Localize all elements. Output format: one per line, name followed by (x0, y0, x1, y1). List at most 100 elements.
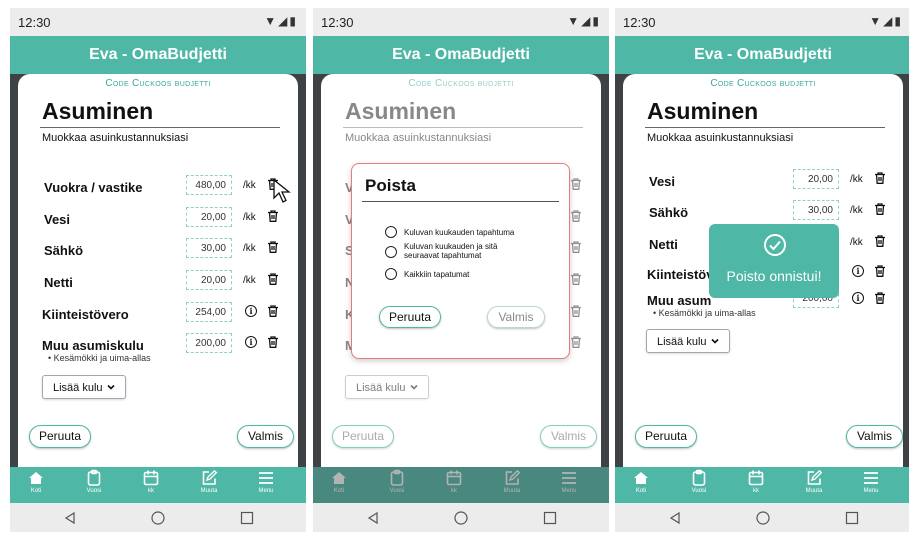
content-card: Code Cuckoos budjetti Asuminen Muokkaa a… (18, 74, 298, 467)
trash-icon[interactable] (267, 305, 279, 317)
nav-label: Menu (561, 488, 577, 494)
nav-item-month[interactable]: kk (736, 469, 776, 494)
status-bar: 12:30 ▼◢▮ (313, 8, 609, 36)
system-nav-bar (615, 503, 909, 532)
expense-amount-input[interactable]: 20,00 (793, 169, 839, 189)
calendar-icon (143, 470, 159, 486)
radio-option-all[interactable] (385, 268, 397, 280)
nav-item-home[interactable]: Koti (621, 469, 661, 494)
info-icon[interactable]: i (852, 265, 864, 277)
home-circle-icon[interactable] (454, 511, 468, 525)
trash-icon[interactable] (874, 172, 886, 184)
radio-option-current-and-future[interactable] (385, 246, 397, 258)
trash-icon[interactable] (267, 336, 279, 348)
expense-label: Muu asum (647, 293, 712, 308)
done-button[interactable]: Valmis (846, 425, 903, 448)
trash-icon (571, 210, 581, 222)
radio-option-current[interactable] (385, 226, 397, 238)
page-description: Muokkaa asuinkustannuksiasi (345, 132, 492, 144)
status-icons: ▼◢▮ (567, 14, 601, 28)
phone-screen-delete-dialog: 12:30 ▼◢▮ Eva - OmaBudjetti Code Cuckoos… (313, 8, 609, 532)
expense-label: Kiinteistöv (647, 267, 714, 282)
unit-label: /kk (850, 205, 863, 216)
menu-icon (259, 472, 273, 484)
toast-message: Poisto onnistui! (726, 268, 822, 284)
nav-item-edit: Muuta (492, 469, 532, 494)
done-button: Valmis (540, 425, 597, 448)
nav-label: Menu (863, 488, 879, 494)
expense-label: Muu asumiskulu (42, 338, 144, 353)
back-icon[interactable] (63, 511, 77, 525)
edit-icon (505, 469, 521, 485)
clipboard-icon (692, 469, 706, 486)
back-icon[interactable] (668, 511, 682, 525)
nav-item-month: kk (434, 469, 474, 494)
home-circle-icon[interactable] (756, 511, 770, 525)
info-icon[interactable]: i (245, 336, 257, 348)
expense-amount-input[interactable]: 254,00 (186, 302, 232, 322)
app-subtitle: Code Cuckoos budjetti (710, 78, 816, 89)
trash-icon[interactable] (874, 203, 886, 215)
trash-icon[interactable] (874, 265, 886, 277)
page-description: Muokkaa asuinkustannuksiasi (647, 132, 794, 144)
done-button[interactable]: Valmis (237, 425, 294, 448)
trash-icon (571, 241, 581, 253)
nav-label: kk (753, 488, 759, 494)
nav-label: Koti (30, 488, 42, 494)
dialog-done-button[interactable]: Valmis (487, 306, 545, 328)
unit-label: /kk (243, 180, 256, 191)
expense-amount-input[interactable]: 20,00 (186, 270, 232, 290)
trash-icon[interactable] (874, 292, 886, 304)
home-circle-icon[interactable] (151, 511, 165, 525)
home-icon (332, 472, 346, 484)
status-bar: 12:30 ▼◢▮ (615, 8, 909, 36)
clipboard-icon (87, 469, 101, 486)
unit-label: /kk (243, 212, 256, 223)
nav-item-month[interactable]: kk (131, 469, 171, 494)
trash-icon[interactable] (267, 210, 279, 222)
expense-amount-input[interactable]: 30,00 (186, 238, 232, 258)
expense-amount-input[interactable]: 480,00 (186, 175, 232, 195)
expense-amount-input[interactable]: 200,00 (186, 333, 232, 353)
page-title: Asuminen (42, 98, 154, 124)
nav-item-edit[interactable]: Muuta (794, 469, 834, 494)
add-expense-label: Lisää kulu (657, 336, 707, 348)
cancel-button[interactable]: Peruuta (29, 425, 91, 448)
app-subtitle: Code Cuckoos budjetti (408, 78, 514, 89)
nav-item-menu[interactable]: Menu (246, 469, 286, 494)
trash-icon[interactable] (874, 235, 886, 247)
nav-label: Koti (635, 488, 647, 494)
radio-label: Kaikkiin tapatumat (404, 270, 470, 279)
info-icon[interactable]: i (852, 292, 864, 304)
dialog-divider (362, 201, 559, 202)
recents-icon[interactable] (240, 511, 254, 525)
expense-amount-input[interactable]: 20,00 (186, 207, 232, 227)
nav-item-year[interactable]: Vuosi (679, 469, 719, 494)
trash-icon[interactable] (267, 241, 279, 253)
cancel-button[interactable]: Peruuta (635, 425, 697, 448)
expense-label: Netti (649, 237, 678, 252)
recents-icon[interactable] (845, 511, 859, 525)
trash-icon[interactable] (267, 273, 279, 285)
app-subtitle: Code Cuckoos budjetti (105, 78, 211, 89)
unit-label: /kk (243, 275, 256, 286)
status-time: 12:30 (623, 15, 656, 30)
add-expense-dropdown[interactable]: Lisää kulu (42, 375, 126, 399)
bottom-nav: Koti Vuosi kk Muuta Menu (10, 467, 306, 503)
radio-label: Kuluvan kuukauden tapahtuma (404, 228, 515, 237)
nav-item-home[interactable]: Koti (16, 469, 56, 494)
expense-label: Sähkö (649, 205, 689, 220)
nav-item-edit[interactable]: Muuta (189, 469, 229, 494)
nav-item-menu[interactable]: Menu (851, 469, 891, 494)
cancel-button: Peruuta (332, 425, 394, 448)
add-expense-dropdown[interactable]: Lisää kulu (646, 329, 730, 353)
recents-icon[interactable] (543, 511, 557, 525)
expense-amount-input[interactable]: 30,00 (793, 200, 839, 220)
back-icon[interactable] (366, 511, 380, 525)
info-icon[interactable]: i (245, 305, 257, 317)
nav-item-year[interactable]: Vuosi (74, 469, 114, 494)
expense-note: • Kesämökki ja uima-allas (653, 308, 756, 318)
dialog-cancel-button[interactable]: Peruuta (379, 306, 441, 328)
menu-icon (562, 472, 576, 484)
nav-label: Muuta (503, 488, 521, 494)
